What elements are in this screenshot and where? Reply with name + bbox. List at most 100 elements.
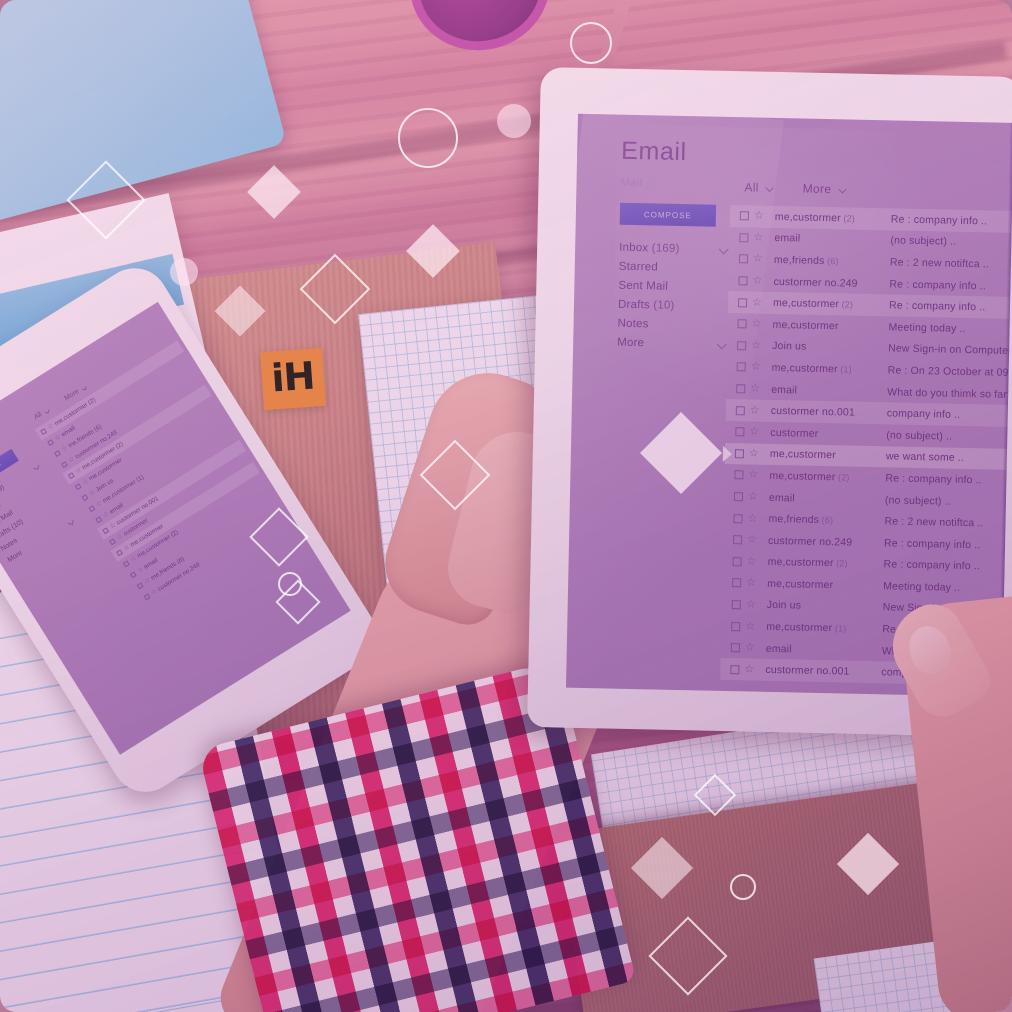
star-icon[interactable]: ☆ xyxy=(751,339,765,351)
checkbox-icon[interactable] xyxy=(734,470,744,480)
checkbox-icon[interactable] xyxy=(731,621,741,631)
checkbox-icon[interactable] xyxy=(735,427,745,437)
sidebar-item-more[interactable]: More xyxy=(617,334,727,355)
chevron-down-icon[interactable] xyxy=(838,185,847,194)
checkbox-icon[interactable] xyxy=(734,449,745,459)
checkbox-icon[interactable] xyxy=(40,428,48,436)
phone-filter-all[interactable]: All xyxy=(33,407,50,421)
mail-subject: (no subject) .. xyxy=(890,234,957,249)
mail-sender: custormer no.001 xyxy=(770,405,856,419)
mail-sender: email xyxy=(765,642,792,656)
sidebar-item-count: (10) xyxy=(653,299,675,312)
sidebar-item-label: Starred xyxy=(618,260,659,274)
app-title: Email xyxy=(620,136,688,167)
star-icon[interactable]: ☆ xyxy=(746,598,760,610)
checkbox-icon[interactable] xyxy=(88,505,96,513)
checkbox-icon[interactable] xyxy=(731,600,741,610)
checkbox-icon[interactable] xyxy=(116,549,123,557)
chevron-down-icon[interactable] xyxy=(33,463,40,470)
sidebar-section-label: Mail xyxy=(620,176,643,190)
chevron-down-icon[interactable] xyxy=(81,385,87,391)
star-icon[interactable]: ☆ xyxy=(749,426,763,438)
checkbox-icon[interactable] xyxy=(736,362,746,372)
checkbox-icon[interactable] xyxy=(136,582,144,590)
mail-sender: me,custormer (1) xyxy=(766,620,847,635)
sidebar-item-sent-mail[interactable]: Sent Mail xyxy=(618,277,726,298)
checkbox-icon[interactable] xyxy=(739,211,749,221)
star-icon[interactable]: ☆ xyxy=(747,512,761,524)
star-icon[interactable]: ☆ xyxy=(744,663,758,675)
chevron-down-icon[interactable] xyxy=(44,408,50,414)
mail-sender: Join us xyxy=(772,340,807,354)
mail-thread-count: (2) xyxy=(833,558,848,569)
checkbox-icon[interactable] xyxy=(95,516,103,524)
checkbox-icon[interactable] xyxy=(737,297,748,308)
checkbox-icon[interactable] xyxy=(732,556,742,567)
checkbox-icon[interactable] xyxy=(102,527,110,535)
star-icon[interactable]: ☆ xyxy=(747,555,761,567)
star-icon[interactable]: ☆ xyxy=(745,620,759,632)
sidebar-item-inbox[interactable]: Inbox (169) xyxy=(619,239,729,260)
mail-sender: custormer no.001 xyxy=(765,664,850,678)
mail-subject: Re : company info .. xyxy=(883,537,981,552)
star-icon[interactable]: ☆ xyxy=(749,447,763,459)
checkbox-icon[interactable] xyxy=(733,535,743,545)
checkbox-icon[interactable] xyxy=(733,513,743,523)
checkbox-icon[interactable] xyxy=(737,341,747,351)
star-icon[interactable]: ☆ xyxy=(754,210,768,222)
checkbox-icon[interactable] xyxy=(60,461,68,469)
checkbox-icon[interactable] xyxy=(735,405,745,416)
sidebar-item-notes[interactable]: Notes xyxy=(617,315,725,336)
checkbox-icon[interactable] xyxy=(54,450,61,458)
star-icon[interactable]: ☆ xyxy=(746,577,760,589)
checkbox-icon[interactable] xyxy=(738,254,749,264)
mail-thread-count: (6) xyxy=(824,255,839,267)
star-icon[interactable]: ☆ xyxy=(752,318,766,330)
star-icon[interactable]: ☆ xyxy=(753,253,767,265)
checkbox-icon[interactable] xyxy=(733,492,744,502)
star-icon[interactable]: ☆ xyxy=(748,490,762,502)
mail-subject: Re : company info .. xyxy=(888,299,986,314)
compose-button[interactable]: COMPOSE xyxy=(619,202,717,227)
sidebar-item-label: Notes xyxy=(617,317,649,331)
mail-sender: email xyxy=(771,383,798,397)
checkbox-icon[interactable] xyxy=(81,494,89,502)
star-icon[interactable]: ☆ xyxy=(753,231,767,243)
star-icon[interactable]: ☆ xyxy=(750,383,764,395)
checkbox-icon[interactable] xyxy=(67,472,75,480)
more-dropdown[interactable]: More xyxy=(803,182,847,197)
checkbox-icon[interactable] xyxy=(738,276,748,286)
mail-sender: me,custormer (2) xyxy=(767,556,848,570)
mail-subject: (no subject) .. xyxy=(884,493,951,508)
checkbox-icon[interactable] xyxy=(736,384,746,394)
checkbox-icon[interactable] xyxy=(730,664,740,675)
star-icon[interactable]: ☆ xyxy=(747,534,761,546)
checkbox-icon[interactable] xyxy=(47,439,55,447)
star-icon[interactable]: ☆ xyxy=(748,469,762,481)
checkbox-icon[interactable] xyxy=(74,483,82,491)
mail-subject: Re : 2 new notiftca .. xyxy=(884,515,984,530)
checkbox-icon[interactable] xyxy=(122,560,130,568)
sidebar-item-drafts[interactable]: Drafts (10) xyxy=(618,296,726,317)
checkbox-icon[interactable] xyxy=(109,538,117,546)
mail-sender: me,custormer xyxy=(767,577,834,592)
star-icon[interactable]: ☆ xyxy=(751,361,765,373)
mail-sender: custormer xyxy=(770,426,819,440)
star-icon[interactable]: ☆ xyxy=(750,404,764,416)
checkbox-icon[interactable] xyxy=(730,643,740,653)
star-icon[interactable]: ☆ xyxy=(752,275,766,287)
sidebar-item-label: Inbox xyxy=(619,241,649,255)
star-icon[interactable]: ☆ xyxy=(752,296,766,308)
checkbox-icon[interactable] xyxy=(129,571,137,579)
sidebar-item-starred[interactable]: Starred xyxy=(619,258,727,279)
phone-more-label: More xyxy=(63,387,81,403)
filter-all-dropdown[interactable]: All xyxy=(744,180,774,195)
checkbox-icon[interactable] xyxy=(737,319,747,329)
fingernail xyxy=(902,620,957,680)
star-icon[interactable]: ☆ xyxy=(745,642,759,654)
checkbox-icon[interactable] xyxy=(143,593,151,601)
chevron-down-icon[interactable] xyxy=(67,518,74,525)
chevron-down-icon[interactable] xyxy=(765,183,774,193)
checkbox-icon[interactable] xyxy=(739,233,749,243)
checkbox-icon[interactable] xyxy=(732,578,742,588)
